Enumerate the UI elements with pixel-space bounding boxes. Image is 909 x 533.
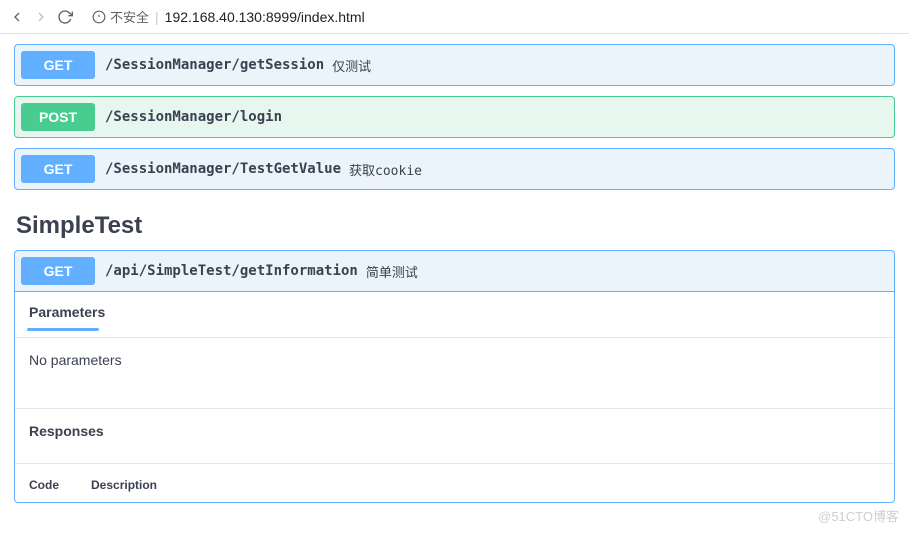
method-badge-post: POST	[21, 103, 95, 131]
url-bar[interactable]: 不安全 | 192.168.40.130:8999/index.html	[92, 7, 901, 26]
back-button[interactable]	[8, 8, 26, 26]
endpoint-path: /SessionManager/TestGetValue	[105, 161, 341, 177]
endpoint-details: Parameters No parameters Responses Code …	[14, 292, 895, 503]
no-parameters-text: No parameters	[15, 338, 894, 408]
browser-toolbar: 不安全 | 192.168.40.130:8999/index.html	[0, 0, 909, 34]
endpoint-path: /api/SimpleTest/getInformation	[105, 263, 358, 279]
parameters-header: Parameters	[15, 292, 894, 328]
endpoint-row-expanded[interactable]: GET /api/SimpleTest/getInformation 简单测试	[14, 250, 895, 292]
endpoint-row[interactable]: GET /SessionManager/TestGetValue 获取cooki…	[14, 148, 895, 190]
endpoint-path: /SessionManager/getSession	[105, 57, 324, 73]
reload-button[interactable]	[56, 8, 74, 26]
section-title[interactable]: SimpleTest	[16, 212, 893, 240]
col-description: Description	[91, 478, 157, 492]
url-text: 192.168.40.130:8999/index.html	[165, 9, 365, 25]
endpoint-summary: 仅测试	[332, 56, 371, 75]
responses-header: Responses	[15, 409, 894, 463]
url-divider: |	[155, 9, 159, 25]
forward-button[interactable]	[32, 8, 50, 26]
method-badge-get: GET	[21, 257, 95, 285]
col-code: Code	[29, 478, 59, 492]
endpoint-summary: 获取cookie	[349, 160, 422, 179]
watermark: @51CTO博客	[818, 506, 899, 525]
security-label: 不安全	[110, 7, 149, 26]
endpoint-summary: 简单测试	[366, 262, 418, 281]
security-badge: 不安全	[92, 7, 149, 26]
response-columns: Code Description	[15, 464, 894, 502]
method-badge-get: GET	[21, 51, 95, 79]
tab-underline	[27, 328, 99, 331]
endpoint-row[interactable]: POST /SessionManager/login	[14, 96, 895, 138]
endpoint-row[interactable]: GET /SessionManager/getSession 仅测试	[14, 44, 895, 86]
content-area: GET /SessionManager/getSession 仅测试 POST …	[0, 44, 909, 503]
method-badge-get: GET	[21, 155, 95, 183]
endpoint-path: /SessionManager/login	[105, 109, 282, 125]
